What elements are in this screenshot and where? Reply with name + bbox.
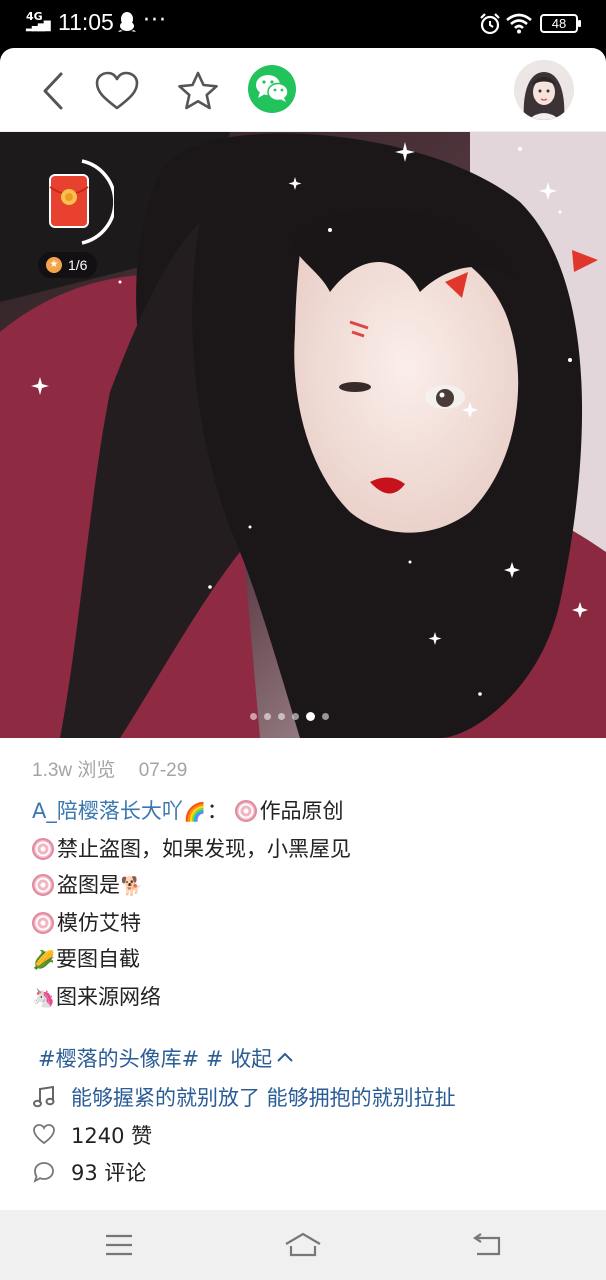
red-packet-icon	[49, 159, 117, 245]
comment-count: 93 评论	[71, 1161, 147, 1185]
caption-text: 图来源网络	[56, 985, 161, 1009]
dog-emoji-icon: 🐕	[120, 876, 144, 897]
clock: 11:05	[58, 9, 114, 35]
wechat-icon	[256, 75, 289, 102]
author-avatar[interactable]	[514, 60, 574, 120]
page-dot[interactable]	[250, 713, 257, 720]
lollipop-emoji-icon	[32, 874, 54, 896]
back-arrow-icon	[43, 72, 63, 110]
post-caption: A_陪樱落长大吖🌈： 作品原创 禁止盗图，如果发现，小黑屋见 盗图是🐕 模仿艾特…	[32, 793, 592, 1017]
caption-line: 模仿艾特	[32, 905, 592, 941]
like-count: 1240 赞	[71, 1124, 153, 1148]
collapse-button[interactable]: 收起	[230, 1047, 295, 1071]
heart-icon	[95, 71, 139, 110]
image-pagination	[250, 712, 329, 721]
red-packet-count-text: 1/6	[68, 257, 88, 273]
battery-indicator: 48	[540, 14, 581, 33]
post-meta: 1.3w 浏览 07-29	[32, 755, 187, 782]
like-button[interactable]	[92, 66, 142, 116]
caption-text: 要图自截	[56, 947, 140, 971]
top-toolbar	[0, 48, 606, 132]
star-badge-icon: ★	[46, 257, 62, 273]
page-dot[interactable]	[264, 713, 271, 720]
unicorn-emoji-icon: 🦄	[32, 988, 56, 1009]
likes-row[interactable]: 1240 赞	[32, 1120, 152, 1150]
post-date: 07-29	[138, 760, 188, 781]
corn-emoji-icon: 🌽	[32, 950, 56, 971]
system-navigation-bar	[0, 1210, 606, 1280]
network-indicator: 4G ▂▄▆█	[26, 11, 51, 32]
collapse-label: 收起	[230, 1047, 273, 1071]
topic-tag[interactable]: #樱落的头像库#	[38, 1047, 199, 1071]
caption-colon: ：	[206, 799, 228, 823]
alarm-icon	[480, 13, 500, 35]
avatar-image	[514, 60, 574, 120]
author-link[interactable]: A_陪樱落长大吖	[32, 799, 183, 823]
hash-symbol: #	[205, 1047, 224, 1071]
caption-line: 🦄图来源网络	[32, 979, 592, 1017]
music-note-icon	[32, 1085, 56, 1109]
more-notifications-icon: ···	[143, 8, 167, 33]
background-music[interactable]: 能够握紧的就别放了 能够拥抱的就别拉扯	[32, 1082, 456, 1112]
red-packet-button[interactable]	[34, 157, 117, 245]
caption-line: A_陪樱落长大吖🌈： 作品原创	[32, 793, 592, 831]
page-dot[interactable]	[292, 713, 299, 720]
caption-text: 作品原创	[259, 799, 344, 823]
signal-icon: ▂▄▆█	[26, 22, 51, 32]
rainbow-emoji-icon: 🌈	[183, 802, 207, 823]
page-dot[interactable]	[322, 713, 329, 720]
status-bar: 4G ▂▄▆█ 11:05 ··· 48	[0, 0, 606, 48]
comment-bubble-icon	[32, 1160, 56, 1184]
tag-row: #樱落的头像库# # 收起	[38, 1043, 295, 1073]
caption-line: 🌽要图自截	[32, 941, 592, 979]
caption-text: 模仿艾特	[57, 911, 141, 935]
home-icon[interactable]	[283, 1230, 323, 1260]
back-nav-icon[interactable]	[469, 1230, 505, 1260]
comments-row[interactable]: 93 评论	[32, 1157, 146, 1187]
heart-outline-icon	[32, 1123, 56, 1147]
wechat-share-button[interactable]	[248, 65, 296, 113]
music-title[interactable]: 能够握紧的就别放了 能够拥抱的就别拉扯	[71, 1082, 456, 1112]
view-count: 1.3w 浏览	[32, 760, 116, 781]
caption-line: 禁止盗图，如果发现，小黑屋见	[32, 831, 592, 867]
lollipop-emoji-icon	[32, 912, 54, 934]
lollipop-emoji-icon	[32, 838, 54, 860]
chevron-up-icon	[277, 1052, 293, 1062]
favorite-button[interactable]	[173, 66, 223, 116]
caption-text: 禁止盗图，如果发现，小黑屋见	[57, 837, 351, 861]
page-dot-active[interactable]	[306, 712, 315, 721]
post-details: 1.3w 浏览 07-29 A_陪樱落长大吖🌈： 作品原创 禁止盗图，如果发现，…	[0, 738, 606, 1210]
caption-text: 盗图是	[57, 873, 120, 897]
wifi-icon	[506, 13, 532, 34]
menu-icon[interactable]	[101, 1230, 137, 1260]
lollipop-emoji-icon	[234, 800, 257, 822]
back-button[interactable]	[28, 66, 78, 116]
caption-line: 盗图是🐕	[32, 867, 592, 905]
star-icon	[178, 71, 218, 110]
page-dot[interactable]	[278, 713, 285, 720]
red-packet-counter: ★ 1/6	[38, 252, 98, 278]
qq-icon	[118, 12, 136, 32]
